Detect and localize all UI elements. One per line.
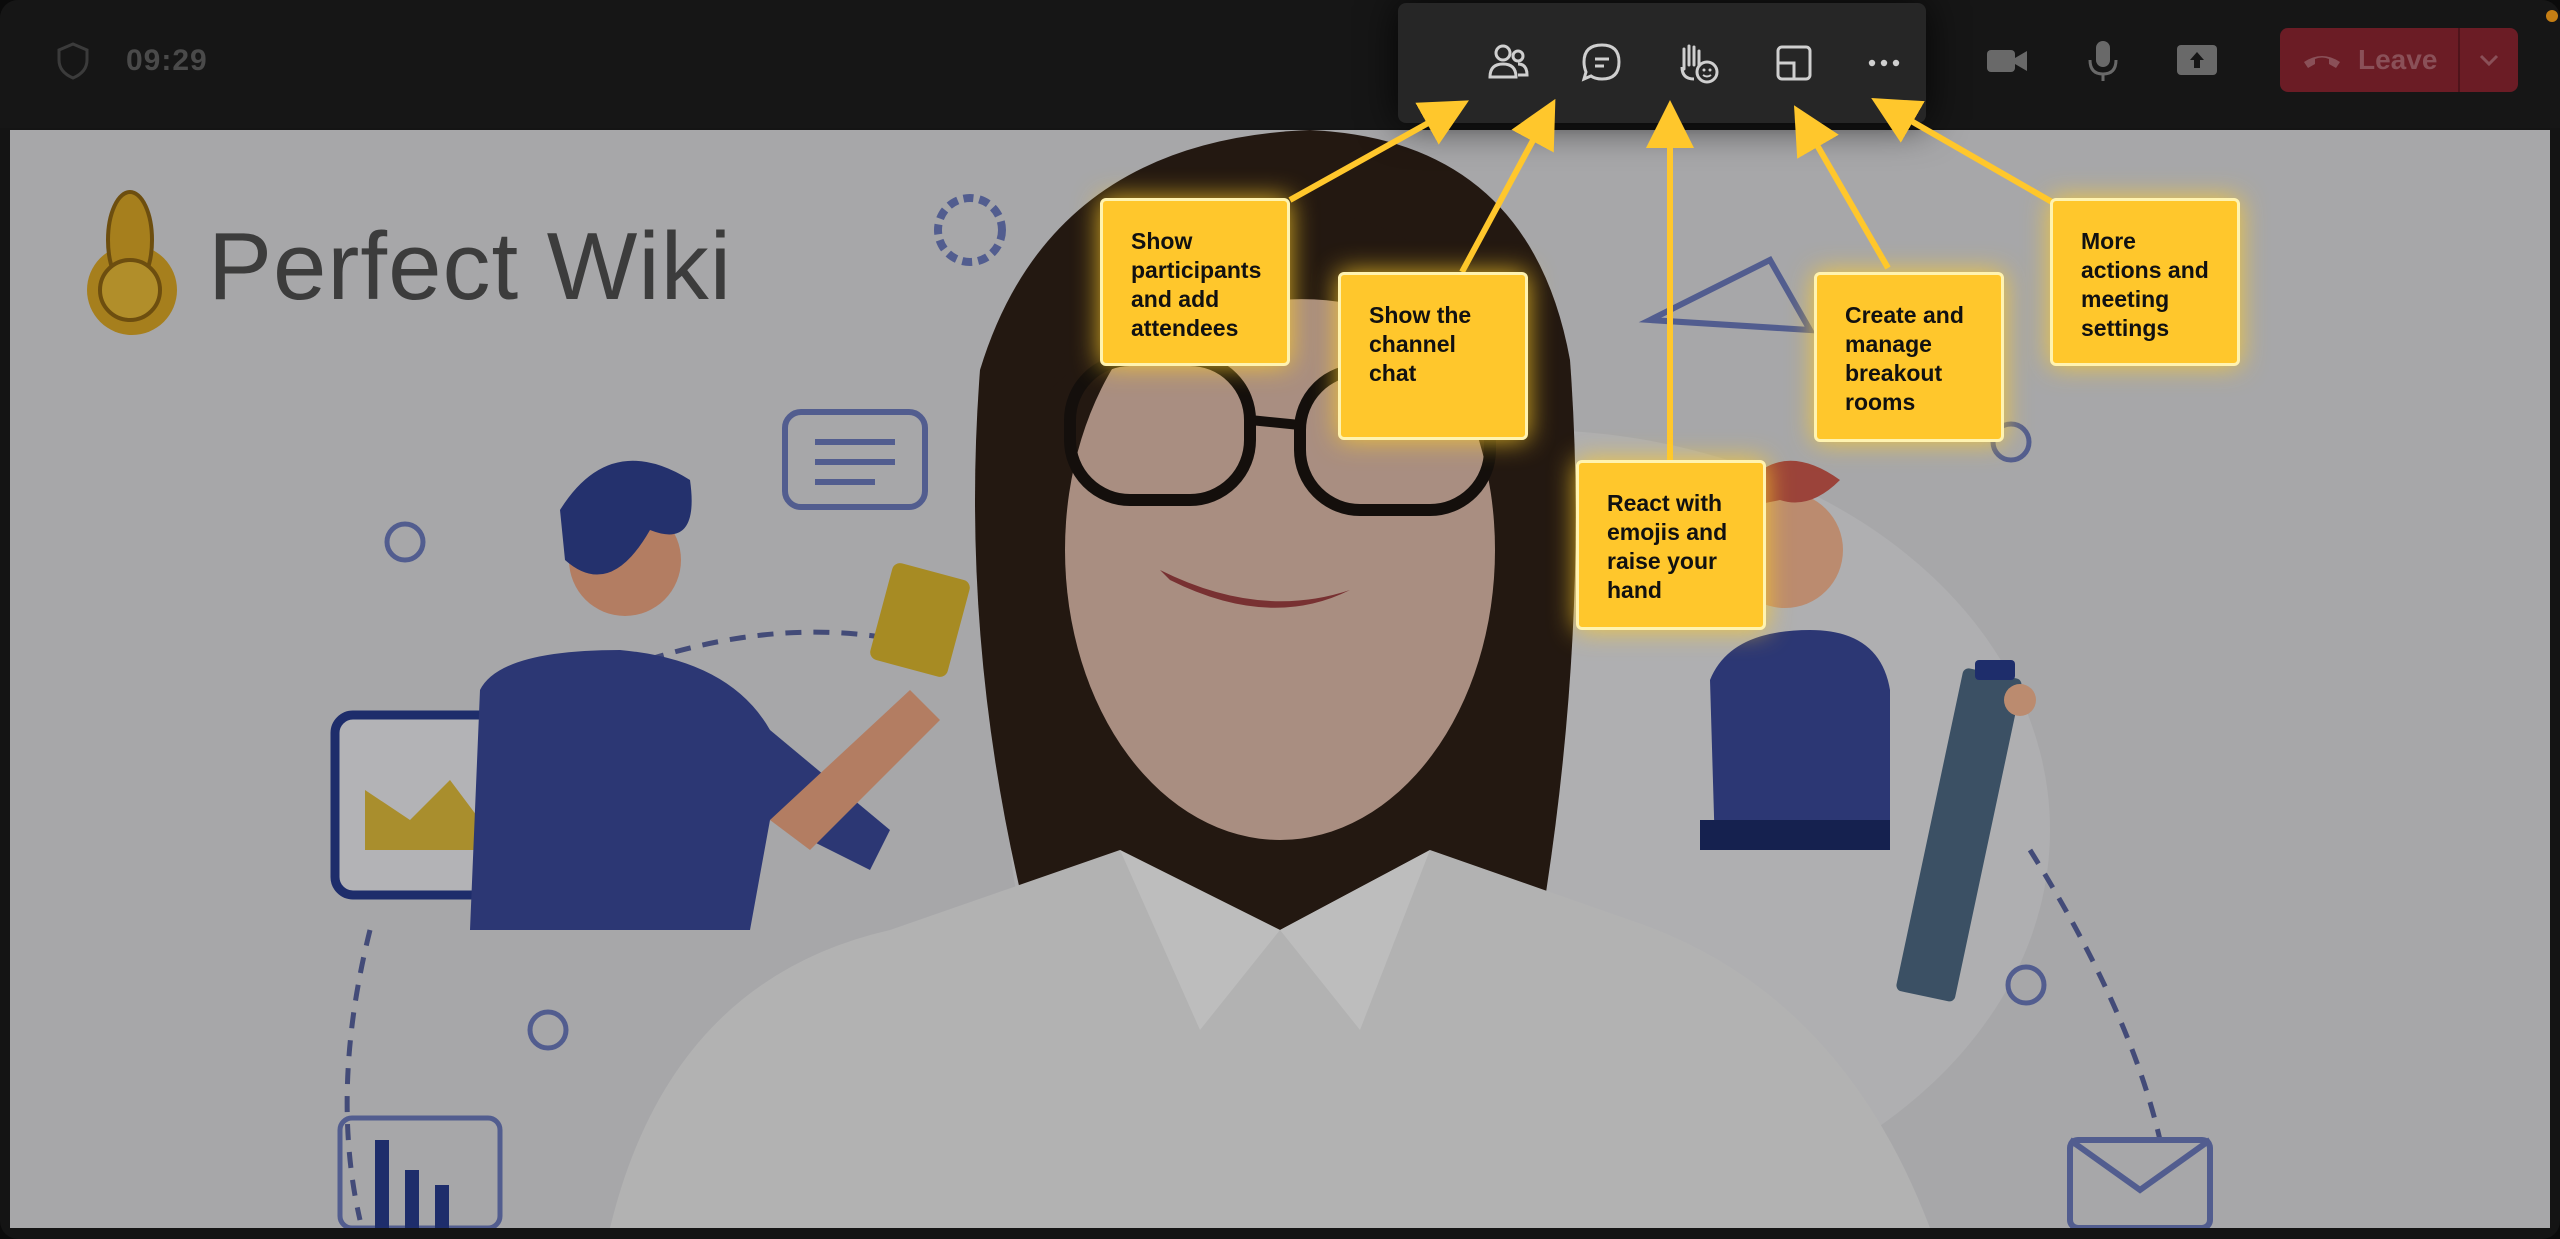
breakout-rooms-icon (1776, 45, 1812, 81)
camera-icon (1987, 50, 2027, 72)
breakout-rooms-button[interactable] (1762, 31, 1826, 95)
people-icon (1488, 44, 1529, 79)
callout-more: More actions and meeting settings (2050, 198, 2240, 366)
hang-up-icon (2304, 56, 2340, 68)
meeting-window: Perfect Wiki 09:29 Leave Show participan… (0, 0, 2560, 1239)
more-icon (1868, 59, 1900, 67)
meeting-toolbar (1398, 3, 1926, 123)
callout-breakout: Create and manage breakout rooms (1814, 272, 2004, 442)
leave-options-button[interactable] (2460, 28, 2518, 92)
meeting-timer: 09:29 (126, 44, 208, 77)
callout-chat: Show the channel chat (1338, 272, 1528, 440)
chat-icon (1581, 43, 1621, 82)
callout-participants: Show participants and add attendees (1100, 198, 1290, 366)
react-raise-hand-icon (1680, 44, 1719, 84)
share-screen-icon (2177, 45, 2217, 75)
notification-dot (2546, 10, 2558, 22)
shield-icon (57, 42, 89, 80)
camera-button[interactable] (1982, 36, 2032, 86)
callout-react: React with emojis and raise your hand (1576, 460, 1766, 630)
share-screen-button[interactable] (2172, 36, 2222, 86)
meeting-top-bar: 09:29 Leave (0, 0, 2560, 128)
microphone-button[interactable] (2078, 36, 2128, 86)
react-button[interactable] (1666, 31, 1730, 95)
leave-button[interactable]: Leave (2280, 28, 2458, 92)
chat-button[interactable] (1570, 31, 1634, 95)
participants-button[interactable] (1476, 31, 1540, 95)
leave-label: Leave (2358, 44, 2438, 75)
more-actions-button[interactable] (1852, 31, 1916, 95)
leave-button-group: Leave (2280, 28, 2518, 92)
microphone-icon (2088, 41, 2118, 81)
chevron-down-icon (2479, 54, 2499, 67)
brand-logo-text: Perfect Wiki (208, 213, 733, 320)
